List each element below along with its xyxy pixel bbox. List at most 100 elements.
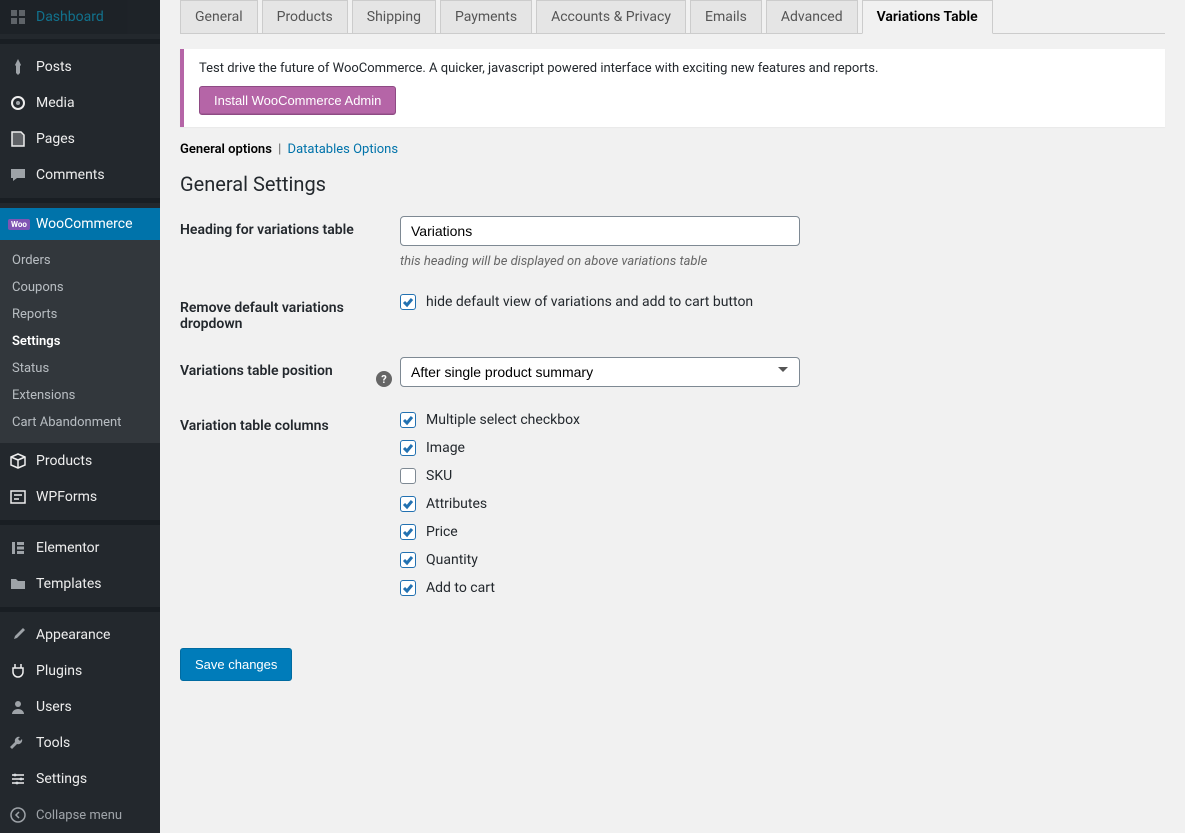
submenu-reports[interactable]: Reports xyxy=(0,301,160,328)
sidebar-item-tools[interactable]: Tools xyxy=(0,725,160,761)
sidebar-item-plugins[interactable]: Plugins xyxy=(0,653,160,689)
tab-general[interactable]: General xyxy=(180,0,258,33)
sidebar-label: Tools xyxy=(36,735,70,751)
pin-icon xyxy=(8,57,28,77)
sidebar-item-comments[interactable]: Comments xyxy=(0,157,160,193)
column-checkbox-6[interactable] xyxy=(400,580,416,596)
tab-accounts-privacy[interactable]: Accounts & Privacy xyxy=(536,0,686,33)
column-checkbox-4[interactable] xyxy=(400,524,416,540)
sidebar-label: Posts xyxy=(36,59,72,75)
column-checkbox-5[interactable] xyxy=(400,552,416,568)
dashboard-icon xyxy=(8,7,28,27)
form-icon xyxy=(8,487,28,507)
sidebar-item-templates[interactable]: Templates xyxy=(0,566,160,602)
sliders-icon xyxy=(8,769,28,789)
columns-label: Variation table columns xyxy=(180,412,400,434)
sidebar-item-pages[interactable]: Pages xyxy=(0,121,160,157)
sidebar-label: WooCommerce xyxy=(36,216,133,232)
sidebar-label: Products xyxy=(36,453,92,469)
media-icon xyxy=(8,93,28,113)
sidebar-label: Dashboard xyxy=(36,9,104,25)
sub-navigation: General options | Datatables Options xyxy=(180,142,1165,157)
section-title: General Settings xyxy=(180,172,1165,196)
column-checkbox-label[interactable]: Multiple select checkbox xyxy=(426,412,580,428)
remove-dropdown-checkbox[interactable] xyxy=(400,294,416,310)
remove-dropdown-label: Remove default variations dropdown xyxy=(180,294,400,332)
tab-shipping[interactable]: Shipping xyxy=(352,0,436,33)
woocommerce-submenu: Orders Coupons Reports Settings Status E… xyxy=(0,240,160,443)
sidebar-label: Templates xyxy=(36,576,102,592)
elementor-icon xyxy=(8,538,28,558)
sidebar-label: Users xyxy=(36,699,72,715)
heading-input[interactable] xyxy=(400,216,800,246)
sidebar-item-dashboard[interactable]: Dashboard xyxy=(0,0,160,34)
user-icon xyxy=(8,697,28,717)
column-checkbox-label[interactable]: SKU xyxy=(426,468,452,484)
pages-icon xyxy=(8,129,28,149)
column-checkbox-label[interactable]: Attributes xyxy=(426,496,487,512)
collapse-icon xyxy=(8,805,28,825)
tab-variations-table[interactable]: Variations Table xyxy=(862,0,993,34)
sidebar-item-settings[interactable]: Settings xyxy=(0,761,160,797)
brush-icon xyxy=(8,625,28,645)
column-checkbox-2[interactable] xyxy=(400,468,416,484)
sidebar-label: Pages xyxy=(36,131,75,147)
column-checkbox-label[interactable]: Add to cart xyxy=(426,580,495,596)
submenu-cart-abandonment[interactable]: Cart Abandonment xyxy=(0,409,160,436)
collapse-label: Collapse menu xyxy=(36,808,122,823)
sidebar-label: Appearance xyxy=(36,627,110,643)
position-select[interactable]: After single product summary xyxy=(400,357,800,387)
tab-payments[interactable]: Payments xyxy=(440,0,532,33)
admin-notice: Test drive the future of WooCommerce. A … xyxy=(180,49,1165,127)
sidebar-item-appearance[interactable]: Appearance xyxy=(0,617,160,653)
remove-dropdown-checkbox-label[interactable]: hide default view of variations and add … xyxy=(426,294,753,310)
woo-icon: Woo xyxy=(8,219,30,230)
box-icon xyxy=(8,451,28,471)
sidebar-separator xyxy=(0,198,160,203)
submenu-orders[interactable]: Orders xyxy=(0,247,160,274)
sidebar-item-wpforms[interactable]: WPForms xyxy=(0,479,160,515)
sidebar-item-posts[interactable]: Posts xyxy=(0,49,160,85)
submenu-settings[interactable]: Settings xyxy=(0,328,160,355)
comments-icon xyxy=(8,165,28,185)
sidebar-separator xyxy=(0,39,160,44)
folder-icon xyxy=(8,574,28,594)
sidebar-label: Media xyxy=(36,95,75,111)
column-checkbox-1[interactable] xyxy=(400,440,416,456)
admin-sidebar: Dashboard Posts Media Pages Comments Woo… xyxy=(0,0,160,833)
tab-advanced[interactable]: Advanced xyxy=(766,0,858,33)
collapse-menu[interactable]: Collapse menu xyxy=(0,797,160,833)
sidebar-item-elementor[interactable]: Elementor xyxy=(0,530,160,566)
sidebar-item-woocommerce[interactable]: Woo WooCommerce xyxy=(0,208,160,240)
tab-emails[interactable]: Emails xyxy=(690,0,762,33)
separator: | xyxy=(278,142,281,157)
subsub-datatables-options[interactable]: Datatables Options xyxy=(288,142,399,157)
sidebar-item-media[interactable]: Media xyxy=(0,85,160,121)
position-label: Variations table position xyxy=(180,363,376,379)
column-checkbox-label[interactable]: Price xyxy=(426,524,458,540)
heading-label: Heading for variations table xyxy=(180,216,400,238)
save-changes-button[interactable]: Save changes xyxy=(180,648,292,681)
sidebar-label: Plugins xyxy=(36,663,82,679)
subsub-general-options: General options xyxy=(180,142,272,157)
column-checkbox-3[interactable] xyxy=(400,496,416,512)
wrench-icon xyxy=(8,733,28,753)
sidebar-item-users[interactable]: Users xyxy=(0,689,160,725)
sidebar-label: Comments xyxy=(36,167,105,183)
column-checkbox-0[interactable] xyxy=(400,412,416,428)
column-checkbox-label[interactable]: Quantity xyxy=(426,552,478,568)
heading-description: this heading will be displayed on above … xyxy=(400,254,1165,269)
sidebar-item-products[interactable]: Products xyxy=(0,443,160,479)
help-icon[interactable]: ? xyxy=(376,371,392,387)
submenu-extensions[interactable]: Extensions xyxy=(0,382,160,409)
tab-products[interactable]: Products xyxy=(262,0,348,33)
install-wc-admin-button[interactable]: Install WooCommerce Admin xyxy=(199,86,396,115)
plug-icon xyxy=(8,661,28,681)
column-checkbox-label[interactable]: Image xyxy=(426,440,465,456)
submenu-status[interactable]: Status xyxy=(0,355,160,382)
submenu-coupons[interactable]: Coupons xyxy=(0,274,160,301)
notice-text: Test drive the future of WooCommerce. A … xyxy=(199,61,1150,76)
sidebar-label: Elementor xyxy=(36,540,99,556)
settings-tabs: General Products Shipping Payments Accou… xyxy=(180,0,1165,34)
sidebar-separator xyxy=(0,520,160,525)
